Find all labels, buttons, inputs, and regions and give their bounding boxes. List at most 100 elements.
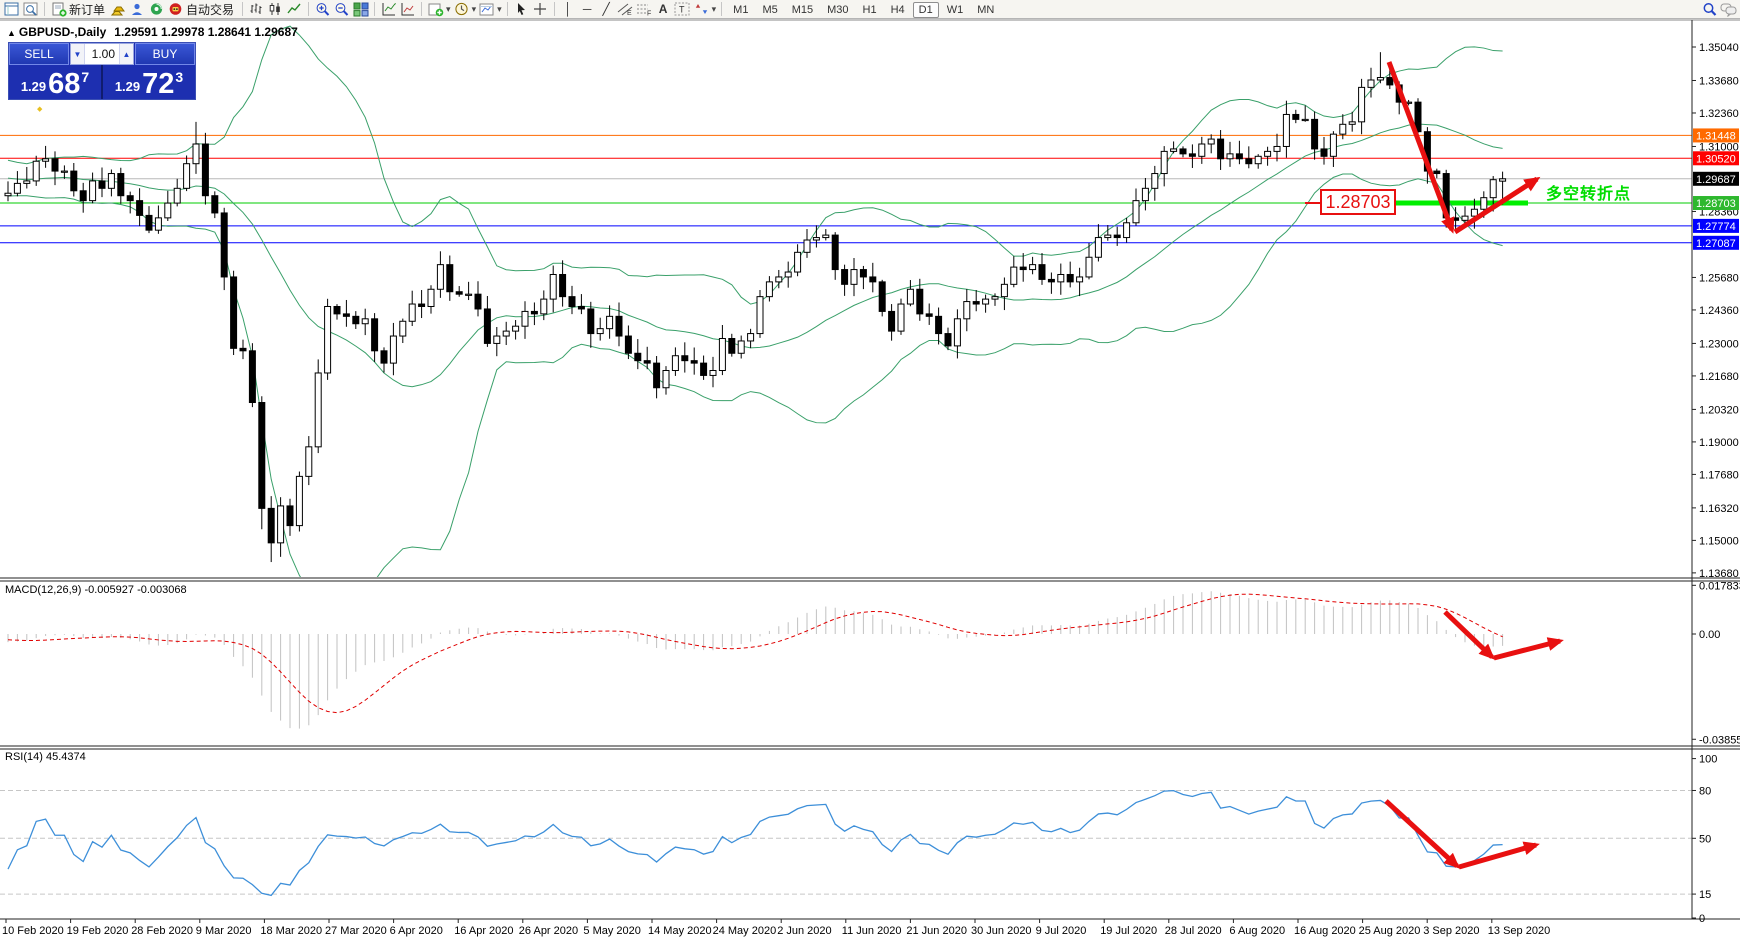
chart-title: ▲GBPUSD-,Daily1.29591 1.29978 1.28641 1.… [7,25,298,39]
trendline-icon[interactable]: ╱ [597,1,616,18]
tile-windows-icon[interactable] [351,1,370,18]
toolbar-separator [507,2,508,16]
price-tick-label: 1.23000 [1699,338,1739,350]
template-caret[interactable]: ▾ [497,4,502,15]
community-icon[interactable] [128,1,147,18]
buy-price-main: 1.29 [115,79,140,94]
indicator-list-icon[interactable] [398,1,417,18]
toolbar-separator [554,2,555,16]
buy-price[interactable]: 1.29 72 3 [103,65,195,99]
date-label: 6 Aug 2020 [1229,925,1285,937]
toolbar-separator [242,2,243,16]
price-tick-label: 1.20320 [1699,404,1739,416]
candlestick-icon[interactable] [266,1,285,18]
svg-text:E: E [627,10,632,16]
price-badge-label: 1.29687 [1696,174,1736,186]
tf-button-W1[interactable]: W1 [941,2,970,18]
date-label: 27 Mar 2020 [325,925,387,937]
shapes-icon[interactable] [692,1,711,18]
volume-down-button[interactable]: ▼ [71,44,85,64]
date-label: 24 May 2020 [713,925,777,937]
toolbar-separator [308,2,309,16]
price-badge-label: 1.28703 [1696,198,1736,210]
buy-price-big: 72 [142,71,174,97]
shapes-caret[interactable]: ▾ [712,4,717,15]
volume-up-button[interactable]: ▲ [119,44,133,64]
gold-icon[interactable] [109,1,128,18]
tf-button-D1[interactable]: D1 [913,2,939,18]
chart-canvas[interactable]: 1.350401.336801.323601.310001.283601.256… [0,0,1740,940]
collapse-arrow-icon[interactable]: ▲ [7,28,16,38]
add-indicator-icon[interactable] [426,1,445,18]
sell-button[interactable]: SELL [9,43,69,65]
date-label: 9 Mar 2020 [196,925,252,937]
autotrade-icon[interactable] [166,1,185,18]
volume-value[interactable]: 1.00 [85,44,119,64]
add-indicator-caret[interactable]: ▾ [446,4,451,15]
price-badge-label: 1.31448 [1696,130,1736,142]
search-icon[interactable] [1700,1,1719,18]
crosshair-icon[interactable] [531,1,550,18]
period-icon[interactable] [452,1,471,18]
price-tick-label: 1.17680 [1699,469,1739,481]
date-label: 10 Feb 2020 [2,925,64,937]
date-label: 3 Sep 2020 [1423,925,1479,937]
price-tick-label: 1.25680 [1699,272,1739,284]
date-label: 14 May 2020 [648,925,712,937]
autotrade-label[interactable]: 自动交易 [186,1,234,18]
main-toolbar: 新订单 自动交易 ▾ ▾ ▾ │ ─ ╱ E F A T ▾ M1M5M15M3… [0,0,1740,19]
indicator-window-icon[interactable] [379,1,398,18]
chat-icon[interactable] [1719,1,1738,18]
oneclick-marker-icon: ◆ [37,105,42,113]
tf-button-M5[interactable]: M5 [756,2,783,18]
turning-point-label[interactable]: 多空转折点 [1546,180,1631,204]
tf-button-M15[interactable]: M15 [786,2,819,18]
vertical-line-icon[interactable]: │ [559,1,578,18]
bar-chart-icon[interactable] [247,1,266,18]
tf-button-MN[interactable]: MN [971,2,1000,18]
signal-icon[interactable] [147,1,166,18]
new-order-label[interactable]: 新订单 [69,1,105,18]
sell-price[interactable]: 1.29 68 7 [9,65,103,99]
price-badge-label: 1.27087 [1696,238,1736,250]
zoom-out-icon[interactable] [332,1,351,18]
price-tick-label: 1.21680 [1699,371,1739,383]
text-icon[interactable]: A [654,1,673,18]
cursor-icon[interactable] [512,1,531,18]
svg-text:F: F [647,11,651,17]
price-annotation-box[interactable]: 1.28703 [1320,189,1396,215]
horizontal-line-icon[interactable]: ─ [578,1,597,18]
period-caret[interactable]: ▾ [472,4,477,15]
price-badge-label: 1.30520 [1696,153,1736,165]
chart-window-icon[interactable] [2,1,21,18]
line-chart-icon[interactable] [285,1,304,18]
svg-text:T: T [679,5,685,15]
date-label: 18 Mar 2020 [260,925,322,937]
template-icon[interactable] [477,1,496,18]
rsi-scale-label: 100 [1699,754,1717,766]
rsi-scale-label: 80 [1699,785,1711,797]
symbol-period: GBPUSD-,Daily [19,25,106,39]
channel-icon[interactable]: E [616,1,635,18]
text-label-icon[interactable]: T [673,1,692,18]
timeframe-group: M1M5M15M30H1H4D1W1MN [726,2,1001,16]
buy-button[interactable]: BUY [135,43,195,65]
tf-button-H4[interactable]: H4 [885,2,911,18]
toolbar-separator [374,2,375,16]
price-tick-label: 1.15000 [1699,535,1739,547]
date-label: 26 Apr 2020 [519,925,578,937]
tf-button-M30[interactable]: M30 [821,2,854,18]
zoom-in-icon[interactable] [313,1,332,18]
new-order-icon[interactable] [49,1,68,18]
tf-button-M1[interactable]: M1 [727,2,754,18]
volume-control: ▼ 1.00 ▲ [70,43,134,65]
date-label: 21 Jun 2020 [906,925,967,937]
time-scale[interactable]: 10 Feb 202019 Feb 202028 Feb 20209 Mar 2… [2,919,1550,937]
mt4-window: { "toolbar": { "new_order_label": "新订单",… [0,0,1740,940]
data-window-icon[interactable] [21,1,40,18]
fibonacci-icon[interactable]: F [635,1,654,18]
tf-button-H1[interactable]: H1 [857,2,883,18]
macd-scale-label: 0.017833 [1699,580,1740,592]
rsi-scale-label: 50 [1699,833,1711,845]
toolbar-separator [44,2,45,16]
